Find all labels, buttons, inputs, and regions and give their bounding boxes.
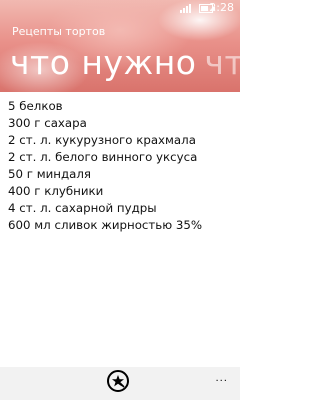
pivot-header[interactable]: что нужночто [10, 46, 240, 79]
header-photo: 2:28 Рецепты тортов что нужночто [0, 0, 240, 92]
app-bar-more-button[interactable]: ... [215, 373, 228, 384]
list-item: 600 мл сливок жирностью 35% [8, 218, 203, 232]
list-item: 4 ст. л. сахарной пудры [8, 201, 157, 215]
add-favorite-button[interactable] [107, 370, 129, 392]
signal-icon [180, 3, 194, 13]
list-item: 2 ст. л. кукурузного крахмала [8, 133, 196, 147]
ingredient-list: 5 белков 300 г сахара 2 ст. л. кукурузно… [8, 98, 236, 234]
favorite-star-icon [112, 375, 125, 388]
list-item: 50 г миндаля [8, 167, 92, 181]
app-title: Рецепты тортов [12, 25, 106, 38]
pivot-item-current[interactable]: что нужно [10, 43, 197, 82]
pivot-item-next[interactable]: что [205, 43, 241, 82]
status-bar: 2:28 [0, 0, 240, 16]
list-item: 400 г клубники [8, 184, 104, 198]
app-bar: ... [0, 367, 240, 400]
list-item: 5 белков [8, 99, 63, 113]
list-item: 300 г сахара [8, 116, 87, 130]
status-time: 2:28 [209, 1, 234, 14]
list-item: 2 ст. л. белого винного уксуса [8, 150, 198, 164]
